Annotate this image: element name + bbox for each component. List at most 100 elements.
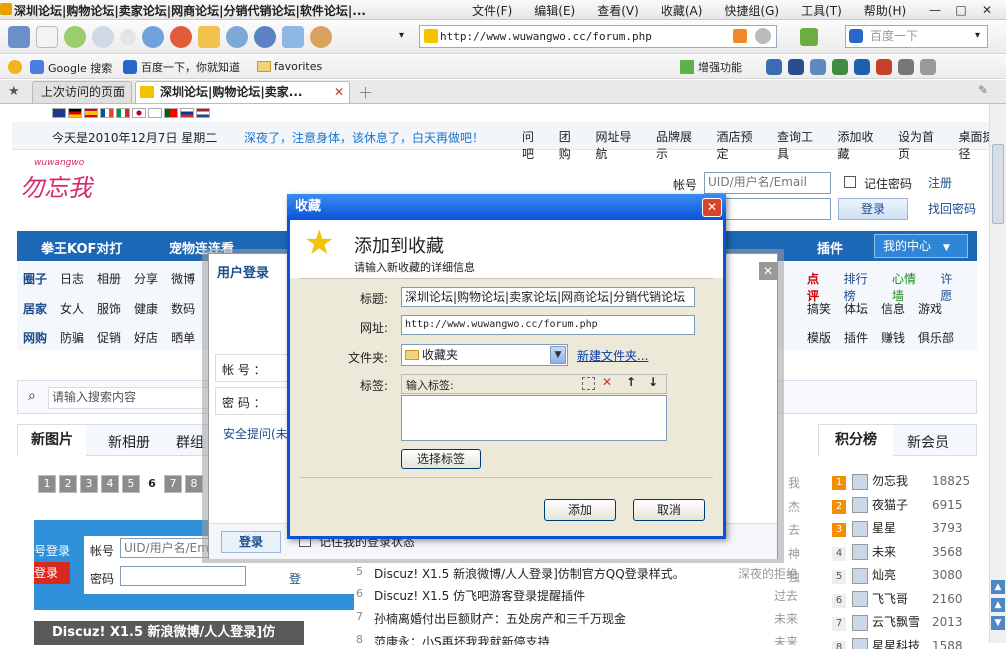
add-button[interactable]: 添加 bbox=[544, 499, 616, 521]
cat-weibo[interactable]: 微博 bbox=[171, 270, 195, 287]
cat-digital[interactable]: 数码 bbox=[171, 300, 195, 317]
cat-goodshop[interactable]: 好店 bbox=[134, 329, 158, 346]
search-box[interactable]: 百度一下 bbox=[845, 25, 988, 48]
page-scrollbar[interactable]: ▲ ▲ ▼ bbox=[989, 104, 1006, 643]
spy-icon[interactable] bbox=[310, 26, 332, 48]
download-icon[interactable] bbox=[854, 59, 870, 75]
site-logo[interactable]: wuwangwo 勿忘我 bbox=[20, 164, 120, 204]
tab-forum[interactable]: 深圳论坛|购物论坛|卖家... ✕ bbox=[135, 81, 350, 103]
cat-wish[interactable]: 许愿 bbox=[940, 270, 964, 304]
flag-ru-icon[interactable] bbox=[180, 108, 194, 118]
forward-icon[interactable] bbox=[92, 26, 114, 48]
flag-uk-icon[interactable] bbox=[52, 108, 66, 118]
new-folder-link[interactable]: 新建文件夹... bbox=[577, 347, 648, 364]
favorites-icon[interactable] bbox=[8, 60, 22, 74]
cat-blog[interactable]: 日志 bbox=[60, 270, 84, 287]
rss-icon[interactable] bbox=[733, 29, 747, 43]
address-bar[interactable]: http://www.wuwangwo.cc/forum.php bbox=[419, 25, 777, 48]
tab-last-visited[interactable]: 上次访问的页面 bbox=[32, 81, 132, 103]
list-item[interactable]: 4未来3568 bbox=[832, 543, 982, 567]
cat-rank[interactable]: 排行榜 bbox=[844, 270, 879, 304]
choose-tag-button[interactable]: 选择标签 bbox=[401, 449, 481, 469]
register-link[interactable]: 注册 bbox=[928, 174, 952, 191]
cat-template[interactable]: 模版 bbox=[807, 329, 831, 346]
flag-de-icon[interactable] bbox=[68, 108, 82, 118]
forgot-link[interactable]: 找回密码 bbox=[928, 200, 976, 217]
cat-health[interactable]: 健康 bbox=[134, 300, 158, 317]
notes-icon[interactable] bbox=[810, 59, 826, 75]
stop-icon[interactable] bbox=[170, 26, 192, 48]
folder-select[interactable]: 收藏夹 ▼ bbox=[401, 344, 568, 366]
list-item[interactable]: 2夜猫子6915 bbox=[832, 496, 982, 520]
history-dropdown-icon[interactable] bbox=[120, 29, 136, 45]
cat-showorder[interactable]: 晒单 bbox=[171, 329, 195, 346]
move-up-icon[interactable]: ↑ bbox=[626, 375, 636, 389]
page-7[interactable]: 7 bbox=[164, 475, 182, 493]
tools-icon[interactable]: ✎ bbox=[978, 83, 988, 97]
flag-es-icon[interactable] bbox=[84, 108, 98, 118]
back-icon[interactable] bbox=[64, 26, 86, 48]
cat-circle[interactable]: 圈子 bbox=[23, 270, 47, 287]
list-item[interactable]: 3星星3793 bbox=[832, 519, 982, 543]
menu-favorites[interactable]: 收藏(A) bbox=[661, 2, 703, 19]
close-tab-icon[interactable]: ✕ bbox=[334, 82, 344, 102]
link-add-fav[interactable]: 添加收藏 bbox=[838, 128, 886, 162]
cat-mood[interactable]: 心情墙 bbox=[892, 270, 927, 304]
tab-new-members[interactable]: 新会员 bbox=[907, 432, 949, 452]
scroll-up-icon[interactable]: ▲ bbox=[991, 598, 1005, 612]
menu-edit[interactable]: 编辑(E) bbox=[534, 2, 575, 19]
link-query[interactable]: 查询工具 bbox=[777, 128, 825, 162]
list-item[interactable]: 5灿亮3080 bbox=[832, 566, 982, 590]
mail-icon[interactable] bbox=[876, 59, 892, 75]
page-2[interactable]: 2 bbox=[59, 475, 77, 493]
window-icon[interactable] bbox=[788, 59, 804, 75]
banner-caption[interactable]: Discuz! X1.5 新浪微博/人人登录]仿 bbox=[34, 621, 304, 645]
page-5[interactable]: 5 bbox=[122, 475, 140, 493]
mini-password-input[interactable] bbox=[120, 566, 246, 586]
cat-promo[interactable]: 促销 bbox=[97, 329, 121, 346]
nav-plugin[interactable]: 插件 bbox=[817, 238, 843, 257]
maximize-button[interactable]: □ bbox=[948, 1, 974, 19]
nav-kof[interactable]: 拳王KOF对打 bbox=[41, 238, 122, 257]
cat-plugin[interactable]: 插件 bbox=[844, 329, 868, 346]
cat-funny[interactable]: 搞笑 bbox=[807, 300, 831, 317]
screen-capture-icon[interactable] bbox=[282, 26, 304, 48]
undo-close-icon[interactable] bbox=[226, 26, 248, 48]
menu-view[interactable]: 查看(V) bbox=[597, 2, 639, 19]
delete-tag-icon[interactable]: ✕ bbox=[602, 375, 612, 389]
home-icon[interactable] bbox=[198, 26, 220, 48]
close-window-button[interactable]: ✕ bbox=[974, 1, 1000, 19]
tab-points[interactable]: 积分榜 bbox=[819, 425, 893, 456]
link-brand[interactable]: 品牌展示 bbox=[656, 128, 704, 162]
scroll-top-icon[interactable]: ▲ bbox=[991, 580, 1005, 594]
page-4[interactable]: 4 bbox=[101, 475, 119, 493]
list-item[interactable]: 7云飞飘雪2013 bbox=[832, 613, 982, 637]
cat-sports[interactable]: 体坛 bbox=[844, 300, 868, 317]
new-tab-icon[interactable]: ＋ bbox=[358, 82, 373, 103]
link-google-search[interactable]: Google 搜索 bbox=[48, 60, 112, 76]
link-tuangou[interactable]: 团购 bbox=[559, 128, 583, 162]
tab-new-albums[interactable]: 新相册 bbox=[108, 432, 150, 452]
site-search-input[interactable]: 请输入搜索内容 bbox=[48, 387, 218, 409]
search-dropdown-icon[interactable]: ▾ bbox=[975, 30, 980, 41]
title-input[interactable]: 深圳论坛|购物论坛|卖家论坛|网商论坛|分销代销论坛 bbox=[401, 287, 695, 307]
tag-list[interactable] bbox=[401, 395, 667, 441]
cat-women[interactable]: 女人 bbox=[60, 300, 84, 317]
cat-fashion[interactable]: 服饰 bbox=[97, 300, 121, 317]
menu-quickgroup[interactable]: 快捷组(G) bbox=[724, 2, 779, 19]
header-account-input[interactable]: UID/用户名/Email bbox=[704, 172, 831, 194]
flag-kr-icon[interactable] bbox=[148, 108, 162, 118]
cat-shopping[interactable]: 网购 bbox=[23, 329, 47, 346]
mini-login-button[interactable]: 登录 bbox=[34, 562, 70, 584]
tab-groups[interactable]: 群组 bbox=[176, 432, 204, 452]
page-8[interactable]: 8 bbox=[185, 475, 203, 493]
flag-it-icon[interactable] bbox=[116, 108, 130, 118]
extension-icon[interactable] bbox=[766, 59, 782, 75]
cat-info[interactable]: 信息 bbox=[881, 300, 905, 317]
list-item[interactable]: 1勿忘我18825 bbox=[832, 472, 982, 496]
new-page-icon[interactable] bbox=[36, 26, 58, 48]
login-submit-button[interactable]: 登录 bbox=[221, 531, 281, 553]
page-1[interactable]: 1 bbox=[38, 475, 56, 493]
flag-pt-icon[interactable] bbox=[164, 108, 178, 118]
cancel-button[interactable]: 取消 bbox=[633, 499, 705, 521]
